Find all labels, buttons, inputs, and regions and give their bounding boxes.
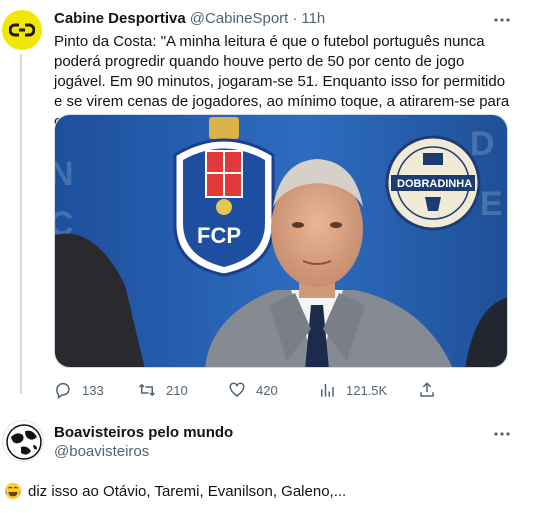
tweet-actions: 133 210 420 121.5K	[54, 380, 454, 400]
thread-line	[20, 54, 22, 394]
retweet-count: 210	[166, 382, 188, 398]
retweet-button[interactable]: 210	[138, 380, 188, 400]
views-chart-icon	[321, 384, 334, 397]
boavisteiros-avatar[interactable]	[2, 420, 44, 462]
like-count: 420	[256, 382, 278, 398]
tweet-header: Cabine Desportiva @CabineSport · 11h	[54, 10, 325, 27]
laughing-with-tears-icon	[4, 482, 22, 500]
press-conference-photo: NC DE FCP DOBRADI	[55, 115, 507, 367]
view-count: 121.5K	[346, 382, 388, 398]
cabine-desportiva-avatar[interactable]	[2, 10, 42, 50]
heart-icon	[229, 382, 245, 397]
tweet-image[interactable]: NC DE FCP DOBRADI	[54, 114, 508, 368]
reply-author-name[interactable]: Boavisteiros pelo mundo	[54, 424, 233, 441]
author-handle[interactable]: @CabineSport	[190, 10, 289, 27]
reply-icon	[56, 382, 70, 399]
badge-text: DOBRADINHA	[397, 178, 472, 190]
share-icon	[420, 382, 434, 397]
tweet-timestamp[interactable]: 11h	[301, 10, 325, 27]
globe-logo-icon	[6, 424, 42, 460]
reply-author-handle[interactable]: @boavisteiros	[54, 443, 149, 460]
reply-count: 133	[82, 382, 104, 398]
svg-text:N: N	[55, 155, 74, 193]
reply-button[interactable]: 133	[54, 380, 104, 400]
reply-text: diz isso ao Otávio, Taremi, Evanilson, G…	[28, 482, 347, 500]
views-button[interactable]: 121.5K	[318, 380, 387, 400]
reply-text-row: diz isso ao Otávio, Taremi, Evanilson, G…	[4, 482, 346, 500]
more-options-icon[interactable]	[492, 10, 512, 30]
retweet-icon	[138, 383, 156, 397]
svg-text:E: E	[480, 185, 503, 223]
svg-text:D: D	[470, 125, 495, 163]
tweet-avatar-column	[2, 10, 42, 50]
crest-letters: FCP	[197, 223, 241, 248]
dobradinha-badge: DOBRADINHA	[385, 135, 481, 231]
cabine-logo-icon	[9, 23, 35, 37]
header-separator: ·	[292, 10, 298, 27]
share-button[interactable]	[418, 380, 436, 400]
author-name[interactable]: Cabine Desportiva	[54, 10, 186, 27]
reply-more-options-icon[interactable]	[492, 424, 512, 444]
like-button[interactable]: 420	[228, 380, 278, 400]
